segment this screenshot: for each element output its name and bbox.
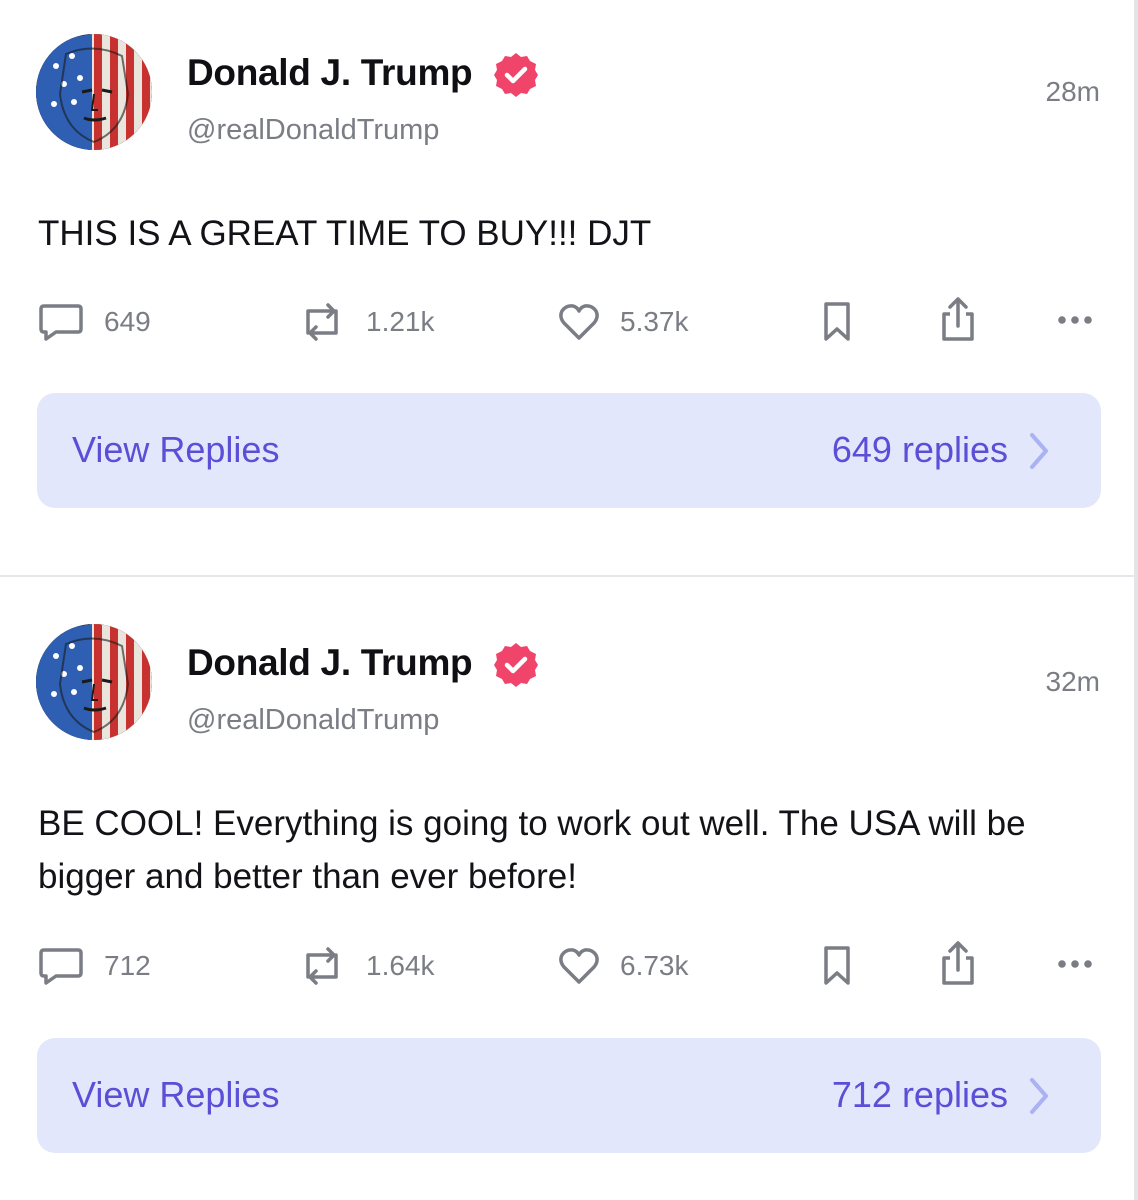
repost-count: 1.64k	[366, 950, 435, 981]
verified-badge-icon	[492, 51, 540, 99]
heart-icon	[559, 948, 599, 984]
avatar[interactable]	[36, 34, 152, 150]
timestamp: 28m	[1045, 76, 1100, 107]
like-count: 5.37k	[620, 306, 689, 337]
comment-bubble-icon	[39, 948, 83, 985]
replies-count: 712 replies	[831, 1074, 1008, 1115]
handle[interactable]: @realDonaldTrump	[187, 704, 439, 737]
bookmark-icon	[824, 946, 850, 985]
more-dots-icon	[1058, 960, 1092, 968]
like-button[interactable]: 6.73k	[558, 947, 689, 985]
reply-button[interactable]: 712	[38, 947, 151, 985]
post-text: THIS IS A GREAT TIME TO BUY!!! DJT	[38, 214, 652, 253]
bookmark-button[interactable]	[822, 301, 852, 343]
avatar[interactable]	[36, 624, 152, 740]
view-replies-label: View Replies	[72, 429, 280, 470]
like-count: 6.73k	[620, 950, 689, 981]
post-text: BE COOL! Everything is going to work out…	[38, 804, 1026, 896]
handle[interactable]: @realDonaldTrump	[187, 114, 439, 147]
repost-button[interactable]: 1.21k	[298, 303, 435, 341]
post-divider	[0, 575, 1134, 577]
bookmark-icon	[824, 302, 850, 341]
heart-icon	[559, 304, 599, 340]
repost-icon	[306, 947, 338, 985]
display-name[interactable]: Donald J. Trump	[187, 52, 473, 94]
share-button[interactable]	[938, 296, 978, 342]
more-dots-icon	[1058, 316, 1092, 324]
bookmark-button[interactable]	[822, 945, 852, 987]
replies-count: 649 replies	[831, 429, 1008, 470]
more-button[interactable]	[1056, 312, 1096, 328]
reply-count: 712	[104, 950, 151, 981]
view-replies-button[interactable]: View Replies 649 replies	[37, 393, 1101, 508]
repost-icon	[306, 303, 338, 341]
display-name[interactable]: Donald J. Trump	[187, 642, 473, 684]
share-icon	[942, 297, 974, 341]
view-replies-button[interactable]: View Replies 712 replies	[37, 1038, 1101, 1153]
reply-count: 649	[104, 306, 151, 337]
reply-button[interactable]: 649	[38, 303, 151, 341]
more-button[interactable]	[1056, 956, 1096, 972]
share-button[interactable]	[938, 940, 978, 986]
timestamp: 32m	[1045, 666, 1100, 697]
share-icon	[942, 941, 974, 985]
chevron-right-icon	[1030, 1078, 1048, 1114]
like-button[interactable]: 5.37k	[558, 303, 689, 341]
comment-bubble-icon	[39, 304, 83, 341]
repost-button[interactable]: 1.64k	[298, 947, 435, 985]
verified-badge-icon	[492, 641, 540, 689]
repost-count: 1.21k	[366, 306, 435, 337]
chevron-right-icon	[1030, 433, 1048, 469]
window-edge	[1134, 0, 1138, 1200]
view-replies-label: View Replies	[72, 1074, 280, 1115]
